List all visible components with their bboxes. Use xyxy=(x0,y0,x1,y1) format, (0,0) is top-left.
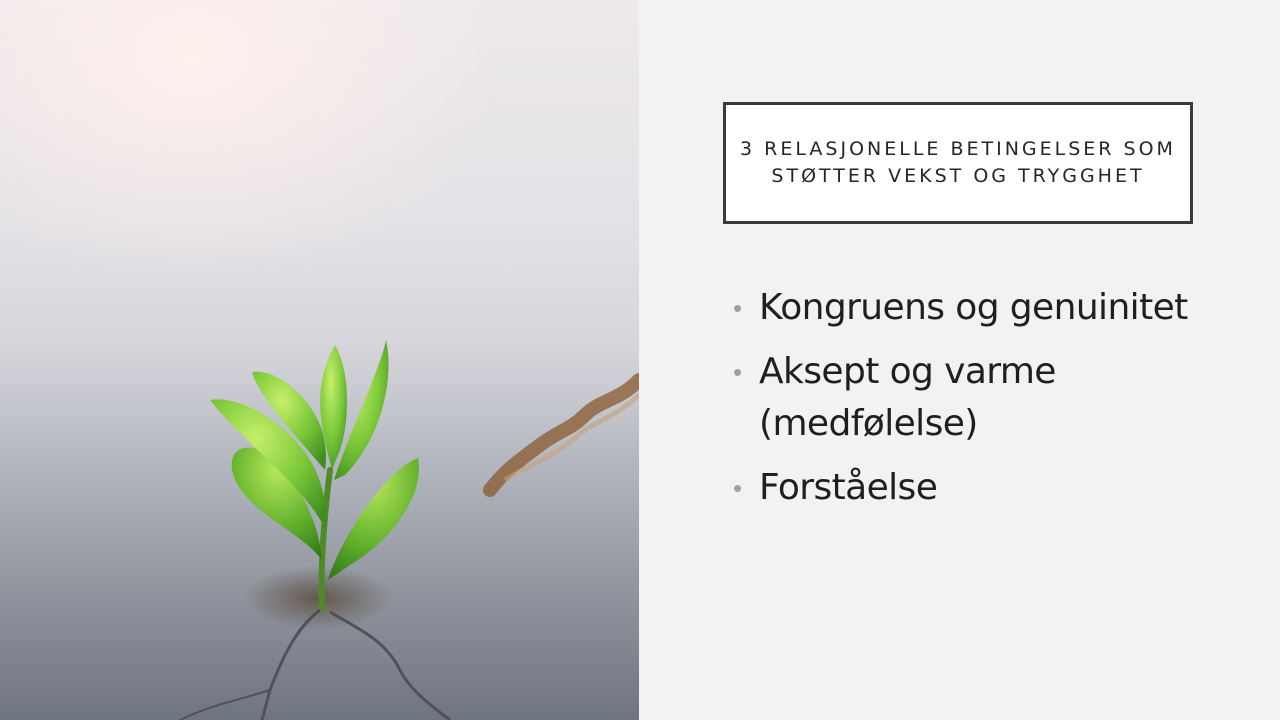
bullet-list: • Kongruens og genuinitet • Aksept og va… xyxy=(733,282,1253,526)
slide: 3 Relasjonelle betingelser som støtter v… xyxy=(0,0,1280,720)
title-box: 3 Relasjonelle betingelser som støtter v… xyxy=(723,102,1193,224)
sprout-icon xyxy=(0,330,639,720)
bullet-text: Forståelse xyxy=(759,467,938,508)
list-item: • Kongruens og genuinitet xyxy=(733,282,1253,334)
bullet-text: Aksept og varme (medfølelse) xyxy=(759,351,1056,444)
list-item: • Aksept og varme (medfølelse) xyxy=(733,346,1253,450)
sprout-photo xyxy=(0,0,639,720)
bullet-icon: • xyxy=(733,357,743,387)
bullet-text: Kongruens og genuinitet xyxy=(759,287,1188,328)
list-item: • Forståelse xyxy=(733,462,1253,514)
bullet-icon: • xyxy=(733,293,743,323)
bullet-icon: • xyxy=(733,473,743,503)
slide-title: 3 Relasjonelle betingelser som støtter v… xyxy=(740,138,1176,187)
